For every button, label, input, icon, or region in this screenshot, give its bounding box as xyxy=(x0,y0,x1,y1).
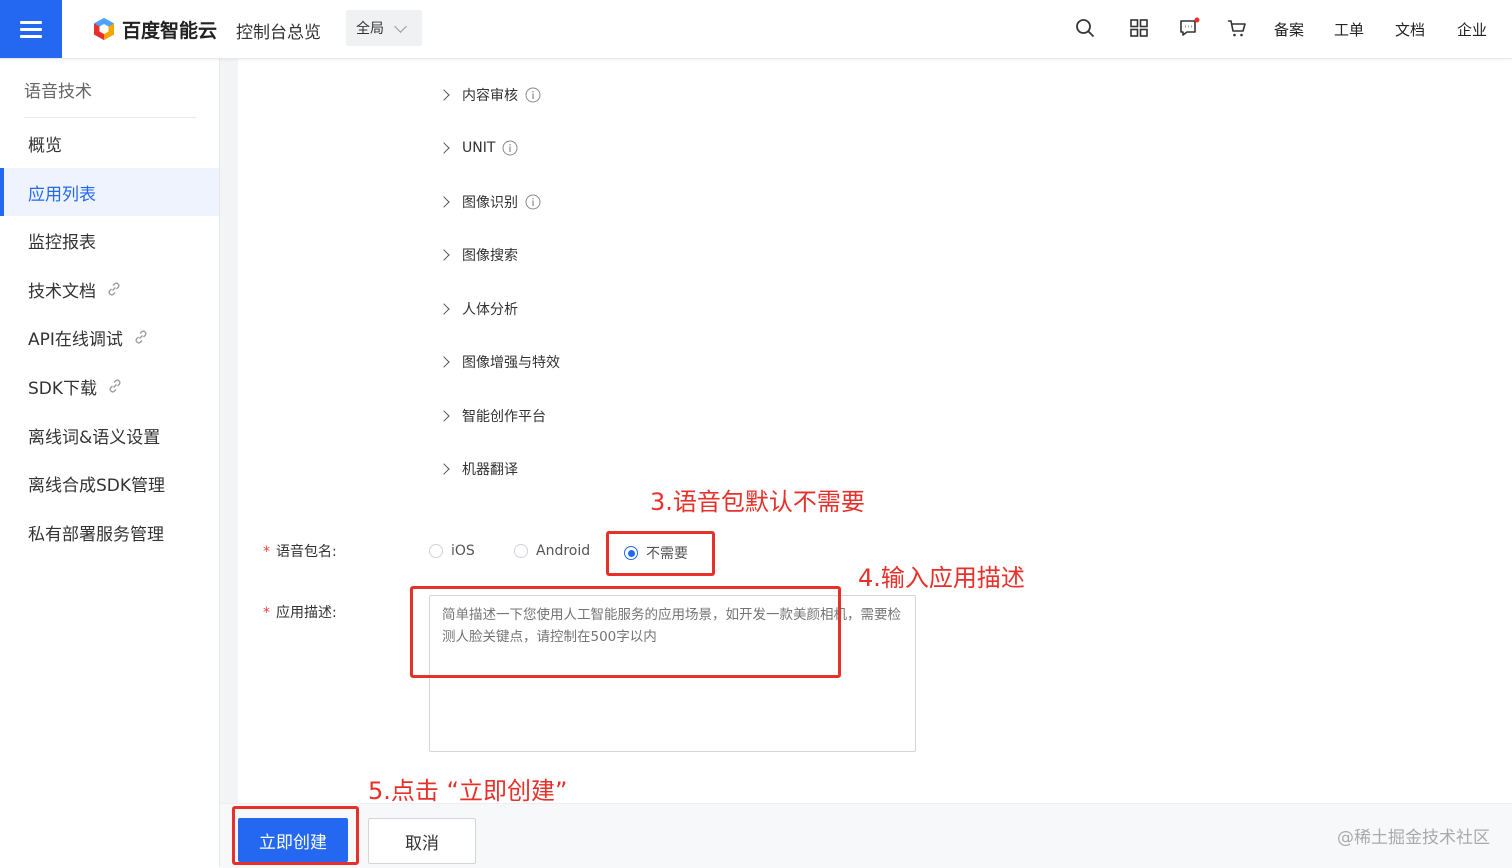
description-label-text: 应用描述: xyxy=(276,605,337,621)
sidebar-item-label: 离线合成SDK管理 xyxy=(28,475,166,496)
grid-icon[interactable] xyxy=(1128,17,1150,39)
sidebar-item-label: API在线调试 xyxy=(28,329,123,350)
enterprise-link[interactable]: 企业 xyxy=(1457,19,1487,40)
scope-value: 全局 xyxy=(356,21,384,37)
radio-label: Android xyxy=(536,543,591,559)
sidebar-item-app-list[interactable]: 应用列表 xyxy=(0,168,219,216)
filing-link[interactable]: 备案 xyxy=(1274,19,1304,40)
sidebar-item-tech-docs[interactable]: 技术文档 xyxy=(0,265,219,313)
ticket-link[interactable]: 工单 xyxy=(1334,19,1364,40)
radio-circle[interactable] xyxy=(429,544,443,558)
sidebar-item-label: 离线词&语义设置 xyxy=(28,427,161,448)
menu-button[interactable] xyxy=(0,0,62,58)
chevron-right-icon xyxy=(438,249,450,261)
sidebar-item-offline-sdk[interactable]: 离线合成SDK管理 xyxy=(0,459,219,507)
description-textarea[interactable] xyxy=(429,595,916,752)
link-icon xyxy=(109,379,121,393)
radio-label: 不需要 xyxy=(646,546,688,562)
chevron-right-icon xyxy=(438,303,450,315)
chevron-down-icon xyxy=(394,19,407,33)
package-name-label-text: 语音包名: xyxy=(276,544,337,560)
radio-not-needed[interactable]: 不需要 xyxy=(624,543,688,563)
message-icon[interactable] xyxy=(1178,17,1200,39)
main-content: 内容审核 UNIT 图像识别 图像搜索 人体分析 图像增强与特效 智能创作平台 … xyxy=(238,59,1512,867)
chevron-right-icon xyxy=(438,142,450,154)
cancel-button[interactable]: 取消 xyxy=(368,818,476,864)
tree-item-image-recognition[interactable]: 图像识别 xyxy=(438,190,541,214)
sidebar-item-offline-words[interactable]: 离线词&语义设置 xyxy=(0,411,219,459)
info-icon[interactable] xyxy=(525,194,541,210)
description-label: * 应用描述: xyxy=(263,602,337,622)
tree-item-image-enhance[interactable]: 图像增强与特效 xyxy=(438,350,560,374)
footer-bar: 立即创建 取消 @稀土掘金技术社区 xyxy=(220,803,1512,868)
required-mark: * xyxy=(263,544,270,560)
radio-circle[interactable] xyxy=(624,546,638,560)
cart-icon[interactable] xyxy=(1226,17,1248,39)
tree-item-image-search[interactable]: 图像搜索 xyxy=(438,243,518,267)
sidebar-item-private-deploy[interactable]: 私有部署服务管理 xyxy=(0,508,219,556)
tree-item-label: 图像识别 xyxy=(462,195,518,211)
sidebar: 语音技术 概览 应用列表 监控报表 技术文档 API在线调试 SDK下载 离线词… xyxy=(0,59,220,867)
tree-item-machine-translation[interactable]: 机器翻译 xyxy=(438,457,518,481)
scope-select[interactable]: 全局 xyxy=(346,10,422,46)
annotation-step3: 3.语音包默认不需要 xyxy=(650,488,865,516)
brand-logo[interactable]: 百度智能云 xyxy=(92,15,217,43)
sidebar-title: 语音技术 xyxy=(24,82,92,102)
sidebar-item-overview[interactable]: 概览 xyxy=(0,119,219,167)
docs-link[interactable]: 文档 xyxy=(1395,19,1425,40)
radio-label: iOS xyxy=(451,543,475,559)
tree-item-body-analysis[interactable]: 人体分析 xyxy=(438,297,518,321)
watermark: @稀土掘金技术社区 xyxy=(1337,828,1490,848)
radio-ios[interactable]: iOS xyxy=(429,543,475,559)
tree-item-label: UNIT xyxy=(462,140,496,156)
sidebar-item-monitor-report[interactable]: 监控报表 xyxy=(0,216,219,264)
create-button[interactable]: 立即创建 xyxy=(238,818,348,862)
radio-circle[interactable] xyxy=(514,544,528,558)
chevron-right-icon xyxy=(438,463,450,475)
sidebar-item-label: 概览 xyxy=(28,135,62,156)
tree-item-content-review[interactable]: 内容审核 xyxy=(438,83,541,107)
console-overview-link[interactable]: 控制台总览 xyxy=(236,18,321,43)
sidebar-divider xyxy=(24,117,196,118)
tree-item-label: 机器翻译 xyxy=(462,462,518,478)
tree-item-label: 智能创作平台 xyxy=(462,409,546,425)
sidebar-item-label: 监控报表 xyxy=(28,232,96,253)
baidu-cloud-logo-icon xyxy=(94,18,114,40)
annotation-step5: 5.点击 “立即创建” xyxy=(368,777,568,805)
tree-item-label: 图像增强与特效 xyxy=(462,355,560,371)
chevron-right-icon xyxy=(438,356,450,368)
annotation-step4: 4.输入应用描述 xyxy=(858,564,1025,592)
sidebar-item-sdk-download[interactable]: SDK下载 xyxy=(0,362,219,410)
tree-item-creative-platform[interactable]: 智能创作平台 xyxy=(438,404,546,428)
package-name-label: * 语音包名: xyxy=(263,541,337,561)
chevron-right-icon xyxy=(438,410,450,422)
sidebar-item-label: SDK下载 xyxy=(28,378,98,399)
required-mark: * xyxy=(263,605,270,621)
sidebar-item-api-debug[interactable]: API在线调试 xyxy=(0,313,219,361)
brand-name: 百度智能云 xyxy=(122,19,218,42)
tree-item-label: 图像搜索 xyxy=(462,248,518,264)
chevron-right-icon xyxy=(438,196,450,208)
top-bar: 百度智能云 控制台总览 全局 备案 工单 文档 企业 xyxy=(0,0,1512,59)
search-icon[interactable] xyxy=(1074,17,1096,39)
info-icon[interactable] xyxy=(502,140,518,156)
tree-item-unit[interactable]: UNIT xyxy=(438,136,518,160)
info-icon[interactable] xyxy=(525,87,541,103)
sidebar-item-label: 私有部署服务管理 xyxy=(28,524,164,545)
tree-item-label: 人体分析 xyxy=(462,302,518,318)
link-icon xyxy=(135,330,147,344)
tree-item-label: 内容审核 xyxy=(462,88,518,104)
chevron-right-icon xyxy=(438,89,450,101)
sidebar-item-label: 应用列表 xyxy=(28,184,96,205)
radio-android[interactable]: Android xyxy=(514,543,590,559)
hamburger-icon xyxy=(20,17,42,42)
link-icon xyxy=(108,282,120,296)
content-gutter xyxy=(220,59,238,867)
sidebar-item-label: 技术文档 xyxy=(28,281,96,302)
